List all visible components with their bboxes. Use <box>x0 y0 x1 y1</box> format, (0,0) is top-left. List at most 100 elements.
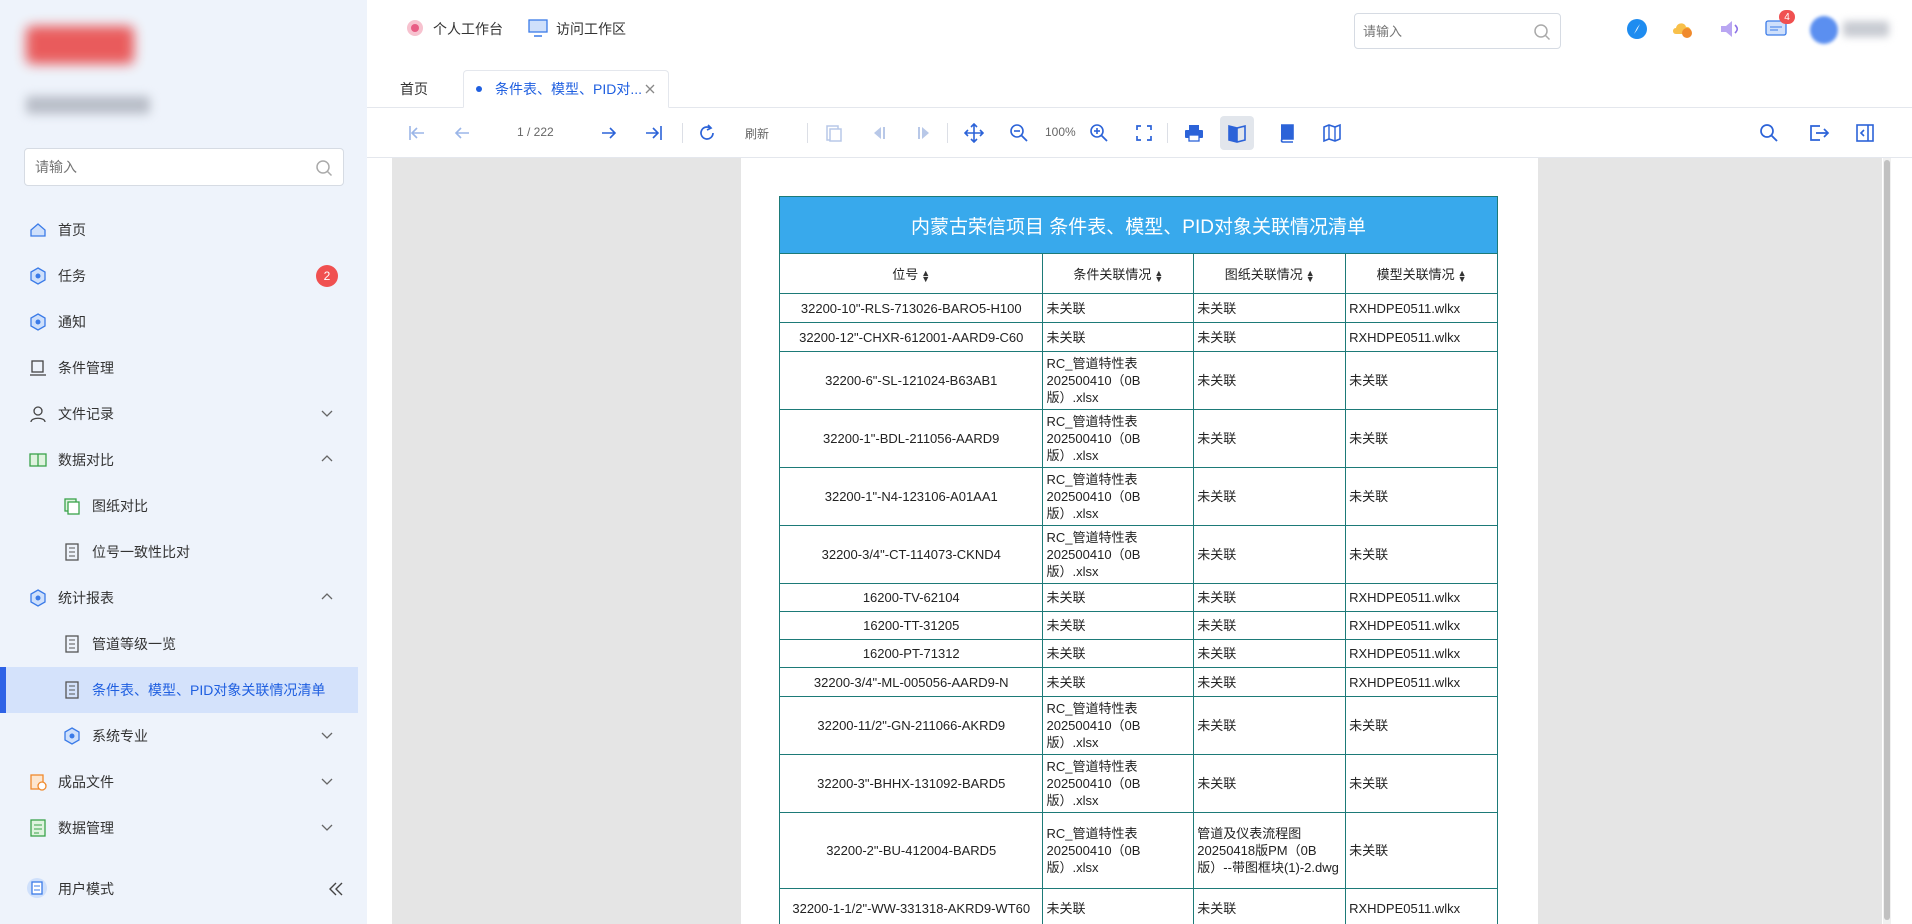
print-icon[interactable] <box>1182 121 1206 145</box>
step-forward-icon[interactable] <box>912 121 936 145</box>
visit-area-button[interactable]: 访问工作区 <box>528 16 626 42</box>
sidebar-item-tag-consistency[interactable]: 位号一致性比对 <box>0 529 358 575</box>
sort-icon[interactable]: ▲ ▼ <box>1306 268 1315 283</box>
sidebar-item-file-records[interactable]: 文件记录 <box>0 391 358 437</box>
header-search[interactable] <box>1354 13 1561 49</box>
toolbar-divider <box>682 123 683 143</box>
previous-page-icon[interactable] <box>450 121 474 145</box>
user-mode-switch[interactable]: 用户模式 <box>0 866 367 912</box>
column-header-drawing[interactable]: 图纸关联情况 ▲ ▼ <box>1193 253 1347 294</box>
compass-icon[interactable] <box>1624 16 1650 42</box>
sidebar-item-notifications[interactable]: 通知 <box>0 299 358 345</box>
zoom-level[interactable]: 100% <box>1045 125 1076 139</box>
tab-home[interactable]: 首页 <box>400 70 428 108</box>
column-header-condition[interactable]: 条件关联情况 ▲ ▼ <box>1042 253 1195 294</box>
report-icon <box>62 680 82 700</box>
single-page-view-icon[interactable] <box>1220 116 1254 150</box>
page-indicator[interactable]: 1 / 222 <box>517 125 554 139</box>
step-back-icon[interactable] <box>867 121 891 145</box>
chevron-up-icon[interactable] <box>320 452 334 469</box>
sidebar-item-pipe-grade[interactable]: 管道等级一览 <box>0 621 358 667</box>
sidebar-item-condition-management[interactable]: 条件管理 <box>0 345 358 391</box>
speaker-icon[interactable] <box>1717 16 1743 42</box>
task-icon <box>28 266 48 286</box>
sidebar-item-association-list[interactable]: 条件表、模型、PID对象关联情况清单 <box>0 667 358 713</box>
search-icon[interactable] <box>1533 23 1551 44</box>
first-page-icon[interactable] <box>405 121 429 145</box>
sidebar-search[interactable] <box>24 148 344 186</box>
search-document-icon[interactable] <box>1757 121 1781 145</box>
cell-tag: 16200-PT-71312 <box>778 639 1044 668</box>
sidebar-item-tasks[interactable]: 任务 2 <box>0 253 358 299</box>
table-row: 32200-1"-BDL-211056-AARD9 RC_管道特性表2025004… <box>778 409 1498 468</box>
document-page: 内蒙古荣信项目 条件表、模型、PID对象关联情况清单 位号 ▲ ▼ 条件关联情况 ▲ ▼… <box>741 158 1538 924</box>
next-page-icon[interactable] <box>597 121 621 145</box>
sidebar-menu: 首页 任务 2 通知 条件管理 文件记录 数据对比 图纸对比 位号一致性比对 统… <box>0 207 358 851</box>
column-header-model[interactable]: 模型关联情况 ▲ ▼ <box>1345 253 1498 294</box>
workbench-button[interactable]: 个人工作台 <box>405 16 503 42</box>
toolbar-divider <box>807 123 808 143</box>
cell-drawing: 未关联 <box>1193 351 1347 410</box>
tab-label: 首页 <box>400 81 428 97</box>
last-page-icon[interactable] <box>642 121 666 145</box>
sidebar-item-label: 数据管理 <box>58 820 114 836</box>
company-logo <box>26 26 134 64</box>
message-icon[interactable]: 4 <box>1763 10 1795 42</box>
cell-drawing: 未关联 <box>1193 525 1347 584</box>
cell-drawing: 未关联 <box>1193 322 1347 352</box>
export-icon[interactable] <box>1807 121 1831 145</box>
chevron-down-icon[interactable] <box>320 820 334 837</box>
cell-drawing: 未关联 <box>1193 696 1347 755</box>
chevron-down-icon[interactable] <box>320 406 334 423</box>
cell-model: 未关联 <box>1345 812 1498 889</box>
workbench-icon <box>405 18 425 41</box>
vertical-scrollbar[interactable] <box>1883 158 1891 924</box>
sidebar-item-deliverables[interactable]: 成品文件 <box>0 759 358 805</box>
sidebar-item-data-compare[interactable]: 数据对比 <box>0 437 358 483</box>
sort-icon[interactable]: ▲ ▼ <box>1154 268 1163 283</box>
sidebar-item-drawing-compare[interactable]: 图纸对比 <box>0 483 358 529</box>
zoom-out-icon[interactable] <box>1007 121 1031 145</box>
sidebar-item-statistics[interactable]: 统计报表 <box>0 575 358 621</box>
scrollbar-thumb[interactable] <box>1884 160 1890 920</box>
sidebar-item-data-management[interactable]: 数据管理 <box>0 805 358 851</box>
chevron-down-icon[interactable] <box>320 774 334 791</box>
table-row: 16200-PT-71312 未关联 未关联 RXHDPE0511.wlkx <box>778 639 1498 668</box>
avatar[interactable] <box>1810 16 1838 44</box>
cloud-icon[interactable] <box>1670 16 1696 42</box>
cell-tag: 32200-2"-BU-412004-BARD5 <box>778 812 1044 889</box>
user-name[interactable] <box>1843 21 1889 37</box>
copy-page-icon[interactable] <box>822 121 846 145</box>
table-row: 16200-TT-31205 未关联 未关联 RXHDPE0511.wlkx <box>778 611 1498 640</box>
sidebar-search-input[interactable] <box>25 149 295 185</box>
user-mode-label: 用户模式 <box>58 881 114 897</box>
refresh-button[interactable]: 刷新 <box>745 125 769 142</box>
search-icon[interactable] <box>315 159 333 180</box>
cell-model: 未关联 <box>1345 467 1498 526</box>
cell-tag: 32200-3/4"-ML-005056-AARD9-N <box>778 667 1044 697</box>
sidebar-item-home[interactable]: 首页 <box>0 207 358 253</box>
cell-drawing: 未关联 <box>1193 754 1347 813</box>
fullscreen-icon[interactable] <box>1132 121 1156 145</box>
chevron-up-icon[interactable] <box>320 590 334 607</box>
tab-association-list[interactable]: 条件表、模型、PID对... <box>463 70 669 108</box>
sidebar-panel-icon[interactable] <box>1853 121 1877 145</box>
close-icon[interactable] <box>644 82 656 98</box>
refresh-icon[interactable] <box>695 121 719 145</box>
cell-condition: 未关联 <box>1042 293 1195 323</box>
sort-icon[interactable]: ▲ ▼ <box>921 268 930 283</box>
map-view-icon[interactable] <box>1320 121 1344 145</box>
collapse-sidebar-icon[interactable] <box>327 880 345 901</box>
sidebar-item-label: 条件表、模型、PID对象关联情况清单 <box>92 682 326 698</box>
zoom-in-icon[interactable] <box>1087 121 1111 145</box>
column-header-tag[interactable]: 位号 ▲ ▼ <box>778 253 1044 294</box>
cell-model: 未关联 <box>1345 409 1498 468</box>
sort-icon[interactable]: ▲ ▼ <box>1458 268 1467 283</box>
table-row: 32200-11/2"-GN-211066-AKRD9 RC_管道特性表20250… <box>778 696 1498 755</box>
move-icon[interactable] <box>962 121 986 145</box>
header-search-input[interactable] <box>1355 14 1525 48</box>
chevron-down-icon[interactable] <box>320 728 334 745</box>
book-view-icon[interactable] <box>1275 121 1299 145</box>
cell-model: RXHDPE0511.wlkx <box>1345 639 1498 668</box>
sidebar-item-system-discipline[interactable]: 系统专业 <box>0 713 358 759</box>
